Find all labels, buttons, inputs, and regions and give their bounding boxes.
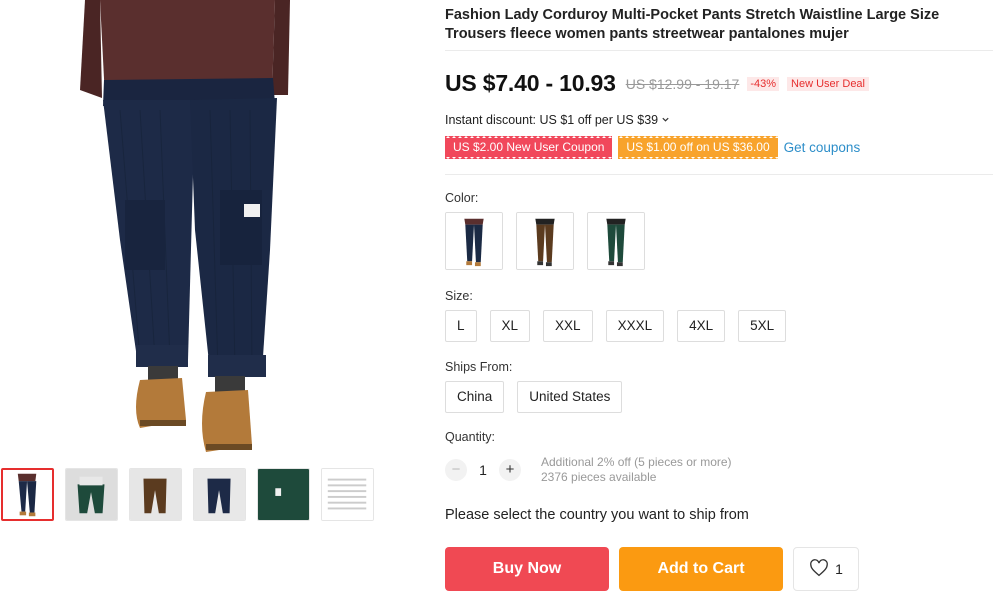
quantity-decrease-button[interactable]: −	[445, 459, 467, 481]
product-detail-panel: Fashion Lady Corduroy Multi-Pocket Pants…	[445, 0, 993, 597]
size-options: L XL XXL XXXL 4XL 5XL	[445, 310, 787, 342]
thumbnail-6-size-chart[interactable]	[321, 468, 374, 521]
size-option-5xl[interactable]: 5XL	[738, 310, 787, 342]
thumbnail-strip	[1, 468, 374, 521]
color-swatch-brown[interactable]	[516, 212, 574, 270]
wishlist-count: 1	[835, 561, 843, 577]
bulk-discount-note: Additional 2% off (5 pieces or more)	[541, 455, 732, 469]
coupon-row: US $2.00 New User Coupon US $1.00 off on…	[445, 135, 861, 160]
size-option-xxl[interactable]: XXL	[543, 310, 593, 342]
quantity-info: Additional 2% off (5 pieces or more) 237…	[541, 455, 732, 485]
instant-discount-text: Instant discount: US $1 off per US $39	[445, 113, 659, 127]
shipping-message: Please select the country you want to sh…	[445, 507, 749, 523]
new-user-deal-badge: New User Deal	[787, 76, 869, 91]
product-title: Fashion Lady Corduroy Multi-Pocket Pants…	[445, 7, 940, 42]
thumbnail-4[interactable]	[193, 468, 246, 521]
thumbnail-2[interactable]	[65, 468, 118, 521]
product-price: US $7.40 - 10.93	[445, 70, 616, 96]
thumbnail-3[interactable]	[129, 468, 182, 521]
heart-icon	[809, 558, 829, 580]
color-options	[445, 212, 645, 270]
instant-discount[interactable]: Instant discount: US $1 off per US $39	[445, 113, 670, 127]
size-option-4xl[interactable]: 4XL	[677, 310, 726, 342]
stock-available: 2376 pieces available	[541, 470, 657, 484]
thumbnail-5[interactable]	[257, 468, 310, 521]
wishlist-button[interactable]: 1	[793, 547, 859, 591]
size-option-l[interactable]: L	[445, 310, 477, 342]
quantity-label: Quantity:	[445, 430, 496, 444]
size-label: Size:	[445, 289, 473, 303]
buy-now-button[interactable]: Buy Now	[445, 547, 609, 591]
size-option-xxxl[interactable]: XXXL	[605, 310, 665, 342]
color-swatch-green[interactable]	[587, 212, 645, 270]
ships-from-china[interactable]: China	[445, 381, 505, 413]
divider	[445, 174, 993, 175]
divider	[445, 50, 993, 51]
original-price: US $12.99 - 19.17	[625, 75, 740, 92]
get-coupons-link[interactable]: Get coupons	[784, 140, 861, 155]
color-swatch-navy[interactable]	[445, 212, 503, 270]
size-option-xl[interactable]: XL	[489, 310, 531, 342]
quantity-value[interactable]: 1	[467, 462, 499, 478]
action-buttons: Buy Now Add to Cart 1	[445, 547, 859, 591]
ships-from-united-states[interactable]: United States	[517, 381, 623, 413]
product-gallery	[0, 0, 390, 597]
price-row: US $7.40 - 10.93 US $12.99 - 19.17 -43% …	[445, 70, 869, 97]
thumbnail-1[interactable]	[1, 468, 54, 521]
chevron-down-icon	[661, 113, 670, 127]
main-product-image[interactable]	[0, 0, 390, 455]
discount-badge: -43%	[747, 76, 780, 91]
quantity-increase-button[interactable]: +	[499, 459, 521, 481]
add-to-cart-button[interactable]: Add to Cart	[619, 547, 783, 591]
color-label: Color:	[445, 191, 479, 205]
ships-from-label: Ships From:	[445, 360, 513, 374]
store-coupon[interactable]: US $1.00 off on US $36.00	[618, 135, 778, 160]
new-user-coupon[interactable]: US $2.00 New User Coupon	[445, 135, 613, 160]
quantity-stepper: − 1 + Additional 2% off (5 pieces or mor…	[445, 455, 732, 485]
ships-from-options: China United States	[445, 381, 623, 413]
